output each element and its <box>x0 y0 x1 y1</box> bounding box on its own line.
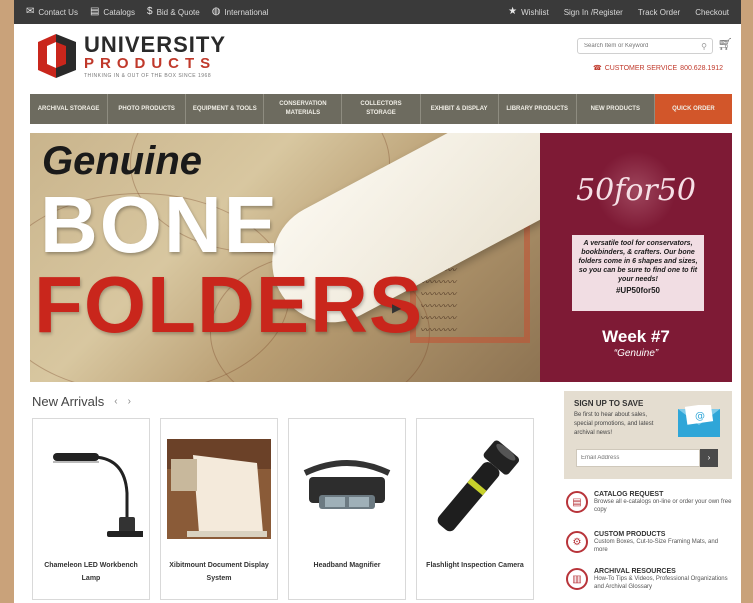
signup-submit-button[interactable]: › <box>700 449 718 467</box>
globe-icon: ◍ <box>211 6 221 17</box>
catalog-icon: ▤ <box>89 6 100 17</box>
archival-resources-icon: ▥ <box>566 568 588 590</box>
hero-headline-bone: BONE <box>40 180 280 269</box>
logo-tagline: THINKING IN & OUT OF THE BOX SINCE 1968 <box>84 72 212 79</box>
promo-panel: 50for50 A versatile tool for conservator… <box>540 133 732 382</box>
search-input[interactable] <box>578 43 696 49</box>
promo-text: A versatile tool for conservators, bookb… <box>578 240 698 283</box>
nav-archival-storage[interactable]: ARCHIVAL STORAGE <box>30 94 109 124</box>
search-box: ⚲ <box>577 38 713 54</box>
email-envelope-icon: @ <box>676 403 722 439</box>
logo[interactable]: UNIVERSITY PRODUCTS THINKING IN & OUT OF… <box>34 32 226 80</box>
new-arrivals-header: New Arrivals ‹ › <box>32 394 131 409</box>
star-icon: ★ <box>508 6 518 17</box>
custom-products-link[interactable]: ⚙ CUSTOM PRODUCTS Custom Boxes, Cut-to-S… <box>566 531 732 554</box>
customer-service-label: CUSTOMER SERVICE <box>604 64 678 72</box>
search-icon[interactable]: ⚲ <box>696 42 712 51</box>
nav-quick-order[interactable]: QUICK ORDER <box>654 94 732 124</box>
mail-icon: ✉ <box>26 6 35 17</box>
sign-in-link[interactable]: Sign In /Register <box>564 8 623 17</box>
fifty-for-fifty-badge: 50for50 <box>576 173 696 208</box>
logo-title: UNIVERSITY <box>84 31 227 57</box>
logo-subtitle: PRODUCTS <box>84 54 217 72</box>
document-display-image <box>167 433 271 545</box>
utility-bar: ✉ Contact Us ▤ Catalogs $ Bid & Quote ◍ … <box>14 0 741 24</box>
resource-description: How-To Tips & Videos, Professional Organ… <box>594 576 728 590</box>
bid-quote-link[interactable]: $ Bid & Quote <box>147 7 200 17</box>
nav-photo-products[interactable]: PHOTO PRODUCTS <box>108 94 187 124</box>
signup-text: Be first to hear about sales, special pr… <box>574 412 654 436</box>
nav-equipment-tools[interactable]: EQUIPMENT & TOOLS <box>186 94 265 124</box>
product-name[interactable]: Headband Magnifier <box>293 559 401 572</box>
track-order-link[interactable]: Track Order <box>638 8 680 17</box>
page: ✉ Contact Us ▤ Catalogs $ Bid & Quote ◍ … <box>14 0 741 603</box>
headband-magnifier-image <box>295 433 399 545</box>
checkout-link[interactable]: Checkout <box>695 8 729 17</box>
nav-collectors-storage[interactable]: COLLECTORS STORAGE <box>342 94 421 124</box>
email-input[interactable] <box>576 449 700 467</box>
week-subtitle: “Genuine” <box>613 348 659 359</box>
product-card[interactable]: Chameleon LED Workbench Lamp <box>32 418 150 600</box>
promo-hashtag: #UP50for50 <box>615 286 661 295</box>
hero-image: 〰〰〰〰〰〰〰〰〰〰〰〰〰〰〰〰〰〰〰〰〰〰〰〰 Genuine BONE FO… <box>30 133 540 382</box>
hero-banner[interactable]: 〰〰〰〰〰〰〰〰〰〰〰〰〰〰〰〰〰〰〰〰〰〰〰〰 Genuine BONE FO… <box>30 133 732 382</box>
nav-exhibit-display[interactable]: EXHIBIT & DISPLAY <box>420 94 499 124</box>
product-card[interactable]: Headband Magnifier <box>288 418 406 600</box>
site-header: UNIVERSITY PRODUCTS THINKING IN & OUT OF… <box>14 24 741 88</box>
catalog-request-icon: ▤ <box>566 491 588 513</box>
product-carousel: Chameleon LED Workbench Lamp Xibitmount … <box>32 418 534 600</box>
hero-headline-folders: FOLDERS <box>34 260 424 349</box>
promo-box: A versatile tool for conservators, bookb… <box>572 235 704 311</box>
product-name[interactable]: Chameleon LED Workbench Lamp <box>37 559 145 585</box>
resource-title: CUSTOM PRODUCTS <box>594 531 666 538</box>
catalogs-link[interactable]: ▤ Catalogs <box>90 7 135 17</box>
product-name[interactable]: Xibitmount Document Display System <box>165 559 273 585</box>
nav-library-products[interactable]: LIBRARY PRODUCTS <box>498 94 577 124</box>
resource-title: ARCHIVAL RESOURCES <box>594 568 676 575</box>
custom-products-icon: ⚙ <box>566 531 588 553</box>
main-nav: ARCHIVAL STORAGE PHOTO PRODUCTS EQUIPMEN… <box>30 94 732 124</box>
nav-conservation-materials[interactable]: CONSERVATION MATERIALS <box>264 94 343 124</box>
flashlight-camera-image <box>423 433 527 545</box>
product-card[interactable]: Flashlight Inspection Camera <box>416 418 534 600</box>
catalog-request-link[interactable]: ▤ CATALOG REQUEST Browse all e-catalogs … <box>566 491 732 514</box>
chevron-right-icon[interactable]: › <box>128 396 131 407</box>
customer-service[interactable]: ☎ CUSTOMER SERVICE 800.628.1912 <box>592 64 723 73</box>
cart-icon[interactable]: 🛒︎ <box>718 37 733 51</box>
resource-description: Custom Boxes, Cut-to-Size Framing Mats, … <box>594 539 719 553</box>
product-name[interactable]: Flashlight Inspection Camera <box>421 559 529 572</box>
play-arrow-icon[interactable]: ▶ <box>392 301 401 315</box>
hero-headline-genuine: Genuine <box>42 139 203 183</box>
newsletter-signup: SIGN UP TO SAVE Be first to hear about s… <box>564 391 732 479</box>
dollar-icon: $ <box>147 6 153 17</box>
logo-mark-icon <box>34 32 80 80</box>
resource-title: CATALOG REQUEST <box>594 491 664 498</box>
phone-icon: ☎ <box>592 65 602 72</box>
international-link[interactable]: ◍ International <box>212 7 269 17</box>
resource-description: Browse all e-catalogs on-line or order y… <box>594 499 732 513</box>
contact-us-link[interactable]: ✉ Contact Us <box>26 7 78 17</box>
chevron-left-icon[interactable]: ‹ <box>114 396 117 407</box>
week-label: Week #7 <box>602 327 670 346</box>
archival-resources-link[interactable]: ▥ ARCHIVAL RESOURCES How-To Tips & Video… <box>566 568 732 591</box>
customer-service-phone: 800.628.1912 <box>680 64 723 72</box>
product-card[interactable]: Xibitmount Document Display System <box>160 418 278 600</box>
led-lamp-image <box>39 433 145 545</box>
new-arrivals-title: New Arrivals <box>32 394 105 409</box>
svg-text:@: @ <box>695 411 705 422</box>
wishlist-link[interactable]: ★ Wishlist <box>508 7 549 17</box>
nav-new-products[interactable]: NEW PRODUCTS <box>576 94 655 124</box>
